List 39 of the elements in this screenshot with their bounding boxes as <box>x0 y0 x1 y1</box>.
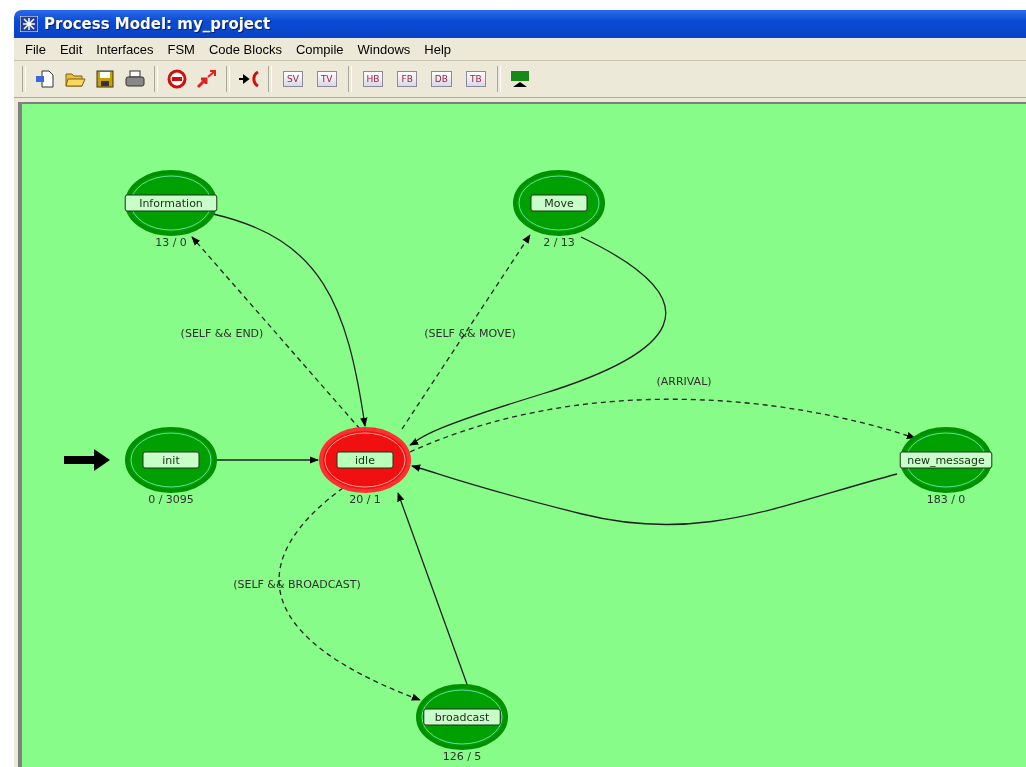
state-label: Information <box>124 194 218 212</box>
menu-item[interactable]: Windows <box>350 41 418 57</box>
toolbar-button[interactable]: TV <box>316 71 337 87</box>
state-count: 126 / 5 <box>442 750 482 763</box>
transition-condition: (SELF && END) <box>180 327 264 340</box>
toolbar-button[interactable]: TB <box>465 71 486 87</box>
monitor-icon <box>508 69 531 89</box>
menu-item[interactable]: Compile <box>288 41 351 57</box>
menu-item[interactable]: Code Blocks <box>201 41 289 57</box>
state-count: 0 / 3095 <box>148 493 194 506</box>
state-label: Move <box>530 194 588 212</box>
new-file-icon <box>34 69 56 89</box>
toolbar-button[interactable]: DB <box>430 71 452 87</box>
menu-item[interactable]: FSM <box>160 41 202 57</box>
stop-icon <box>166 69 188 89</box>
menu-item[interactable]: Help <box>417 41 459 57</box>
state-count: 2 / 13 <box>543 236 575 249</box>
menu-item[interactable]: Interfaces <box>89 41 161 57</box>
state-count: 13 / 0 <box>155 236 187 249</box>
menu-item[interactable]: Edit <box>52 41 90 57</box>
state-label: init <box>142 451 200 469</box>
window-title: Process Model: my_project <box>44 15 271 33</box>
transition-condition: (SELF && BROADCAST) <box>233 578 361 591</box>
state-label: idle <box>336 451 394 469</box>
state-label: broadcast <box>423 708 501 726</box>
state-count: 20 / 1 <box>349 493 381 506</box>
toolbar-button[interactable]: SV <box>283 71 303 87</box>
app-icon <box>20 16 38 32</box>
transition-condition: (SELF && MOVE) <box>424 327 516 340</box>
toolbar-button[interactable]: FB <box>397 71 417 87</box>
save-icon <box>94 69 116 89</box>
arrows-icon <box>196 69 218 89</box>
state-count: 183 / 0 <box>926 493 966 506</box>
menu-item[interactable]: File <box>18 41 53 57</box>
toolbar-button[interactable]: HB <box>362 71 384 87</box>
print-icon <box>124 69 146 89</box>
arrow-in-icon <box>238 69 260 89</box>
transition-condition: (ARRIVAL) <box>656 375 712 388</box>
state-label: new_message <box>899 451 993 469</box>
